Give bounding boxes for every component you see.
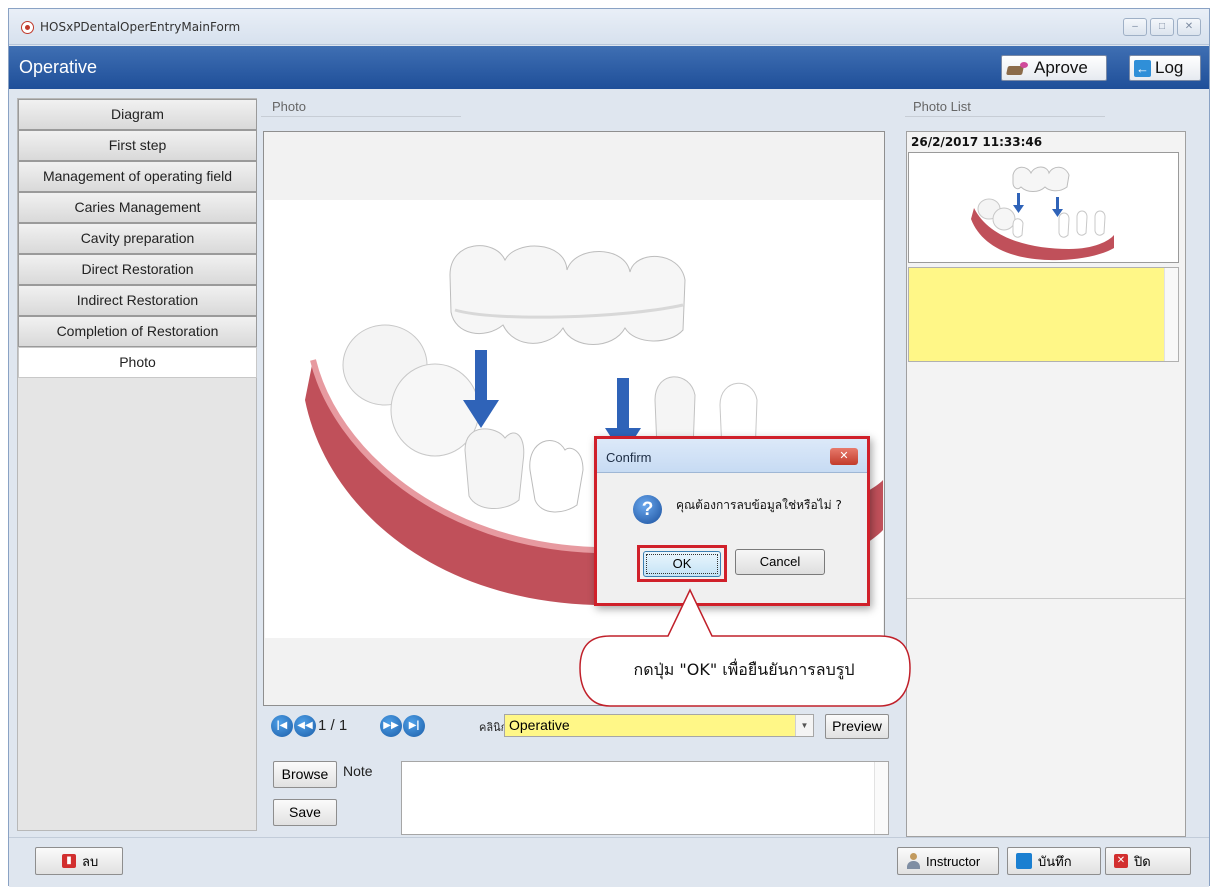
tab-completion-of-restoration[interactable]: Completion of Restoration xyxy=(18,316,257,347)
stamp-icon xyxy=(1006,60,1030,76)
trash-icon: ▮ xyxy=(62,854,76,868)
close-label: ปิด xyxy=(1134,853,1151,869)
photo-list-panel: Photo List 26/2/2017 11:33:46 xyxy=(905,98,1189,837)
first-record-icon[interactable]: |◀ xyxy=(271,715,293,737)
callout-text: กดปุ่ม "OK" เพื่อยืนยันการลบรูป xyxy=(633,660,855,679)
list-divider xyxy=(907,598,1185,599)
dental-bridge-thumbnail xyxy=(971,166,1114,261)
photo-note-preview[interactable] xyxy=(908,267,1179,362)
close-icon[interactable]: ✕ xyxy=(1177,18,1201,36)
question-icon: ? xyxy=(633,495,662,524)
tab-management-of-operating-field[interactable]: Management of operating field xyxy=(18,161,257,192)
tab-indirect-restoration[interactable]: Indirect Restoration xyxy=(18,285,257,316)
aprove-label: Aprove xyxy=(1034,58,1088,77)
cancel-button[interactable]: Cancel xyxy=(735,549,825,575)
photo-datetime: 26/2/2017 11:33:46 xyxy=(911,135,1043,149)
note-textarea[interactable] xyxy=(401,761,889,835)
tab-direct-restoration[interactable]: Direct Restoration xyxy=(18,254,257,285)
sidebar: Diagram First step Management of operati… xyxy=(17,98,257,831)
browse-button[interactable]: Browse xyxy=(273,761,337,788)
close-button[interactable]: ✕ ปิด xyxy=(1105,847,1191,875)
window-title: HOSxPDentalOperEntryMainForm xyxy=(40,20,241,34)
instructor-label: Instructor xyxy=(926,853,981,869)
next-record-icon[interactable]: ▶▶ xyxy=(380,715,402,737)
aprove-button[interactable]: Aprove xyxy=(1001,55,1107,81)
preview-button[interactable]: Preview xyxy=(825,714,889,739)
photo-navigation: |◀ ◀◀ 1 / 1 ▶▶ ▶| คลินิก Operative ▼ Pre… xyxy=(263,714,889,740)
window-controls: – □ ✕ xyxy=(1123,18,1201,36)
clinic-select[interactable]: Operative ▼ xyxy=(504,714,814,737)
note-section: Browse Save Note xyxy=(273,759,889,837)
window-titlebar: HOSxPDentalOperEntryMainForm – □ ✕ xyxy=(9,9,1209,45)
person-icon xyxy=(906,853,920,869)
note-label: Note xyxy=(343,763,373,779)
app-icon xyxy=(21,21,34,34)
photo-thumbnail[interactable] xyxy=(908,152,1179,263)
section-divider xyxy=(905,116,1105,117)
maximize-icon[interactable]: □ xyxy=(1150,18,1174,36)
ok-button[interactable]: OK xyxy=(643,551,721,577)
photo-list: 26/2/2017 11:33:46 xyxy=(906,131,1186,837)
tab-cavity-preparation[interactable]: Cavity preparation xyxy=(18,223,257,254)
bottom-toolbar: ▮ ลบ Instructor บันทึก ✕ ปิด xyxy=(9,837,1209,887)
tab-caries-management[interactable]: Caries Management xyxy=(18,192,257,223)
photo-note-scrollbar[interactable] xyxy=(1164,268,1178,361)
save-photo-button[interactable]: Save xyxy=(273,799,337,826)
dialog-message: คุณต้องการลบข้อมูลใช่หรือไม่ ? xyxy=(676,498,842,512)
ok-highlight: OK xyxy=(637,545,727,582)
last-record-icon[interactable]: ▶| xyxy=(403,715,425,737)
dialog-titlebar: Confirm ✕ xyxy=(597,439,867,473)
close-icon: ✕ xyxy=(1114,854,1128,868)
previous-record-icon[interactable]: ◀◀ xyxy=(294,715,316,737)
photo-section-label: Photo xyxy=(272,99,306,114)
dialog-close-icon[interactable]: ✕ xyxy=(830,448,858,465)
save-button[interactable]: บันทึก xyxy=(1007,847,1101,875)
minimize-icon[interactable]: – xyxy=(1123,18,1147,36)
tab-photo[interactable]: Photo xyxy=(18,347,257,378)
log-button[interactable]: ← Log xyxy=(1129,55,1201,81)
save-label: บันทึก xyxy=(1038,853,1072,869)
form-header: Operative Aprove ← Log xyxy=(9,46,1209,89)
note-scrollbar[interactable] xyxy=(874,762,888,834)
photo-list-label: Photo List xyxy=(913,99,971,114)
tab-first-step[interactable]: First step xyxy=(18,130,257,161)
log-out-icon: ← xyxy=(1134,59,1151,77)
tab-diagram[interactable]: Diagram xyxy=(18,99,257,130)
section-divider xyxy=(261,116,461,117)
clinic-value: Operative xyxy=(509,717,570,733)
delete-label: ลบ xyxy=(82,853,99,869)
instructor-button[interactable]: Instructor xyxy=(897,847,999,875)
dialog-title: Confirm xyxy=(606,450,652,465)
page-indicator: 1 / 1 xyxy=(318,717,348,734)
floppy-disk-icon xyxy=(1016,853,1032,869)
log-label: Log xyxy=(1155,58,1184,77)
confirm-dialog: Confirm ✕ ? คุณต้องการลบข้อมูลใช่หรือไม่… xyxy=(594,436,870,606)
chevron-down-icon[interactable]: ▼ xyxy=(795,715,813,736)
delete-button[interactable]: ▮ ลบ xyxy=(35,847,123,875)
page-title: Operative xyxy=(19,57,98,77)
